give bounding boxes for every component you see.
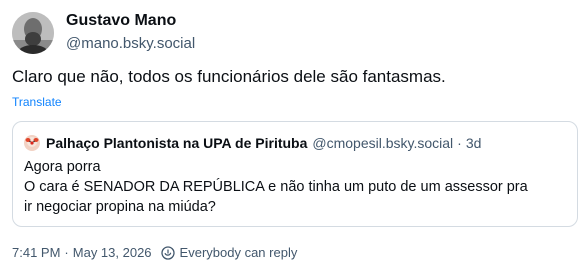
quoted-post[interactable]: Palhaço Plantonista na UPA de Pirituba @…	[12, 121, 578, 227]
meta-separator: ·	[64, 245, 69, 260]
quoted-author-display-name: Palhaço Plantonista na UPA de Pirituba	[46, 135, 308, 151]
author-display-name[interactable]: Gustavo Mano	[66, 11, 195, 31]
post-date: May 13, 2026	[72, 245, 152, 260]
post-time: 7:41 PM	[12, 245, 61, 260]
quoted-post-text: Agora porra O cara é SENADOR DA REPÚBLIC…	[24, 157, 569, 217]
quoted-text-line: O cara é SENADOR DA REPÚBLICA e não tinh…	[24, 179, 528, 195]
post-meta-footer: 7:41 PM · May 13, 2026 Everybody can rep…	[12, 244, 297, 261]
translate-link[interactable]: Translate	[12, 94, 62, 110]
quoted-post-time: 3d	[465, 135, 482, 151]
author-names: Gustavo Mano @mano.bsky.social	[66, 11, 195, 54]
quoted-separator: ·	[457, 135, 462, 151]
author-handle[interactable]: @mano.bsky.social	[66, 34, 195, 54]
quoted-text-line: Agora porra	[24, 159, 101, 175]
reply-setting-label[interactable]: Everybody can reply	[180, 244, 298, 261]
quoted-author-avatar[interactable]	[24, 135, 40, 151]
reply-setting-icon	[160, 245, 175, 260]
post-thread-anchor: Gustavo Mano @mano.bsky.social Claro que…	[0, 0, 586, 271]
post-text: Claro que não, todos os funcionários del…	[12, 67, 446, 86]
post-header: Gustavo Mano @mano.bsky.social	[12, 11, 195, 54]
quoted-author-handle: @cmopesil.bsky.social	[312, 135, 454, 151]
author-avatar[interactable]	[12, 11, 54, 54]
quoted-text-line: ir negociar propina na miúda?	[24, 199, 216, 215]
quoted-post-header: Palhaço Plantonista na UPA de Pirituba @…	[24, 134, 481, 152]
